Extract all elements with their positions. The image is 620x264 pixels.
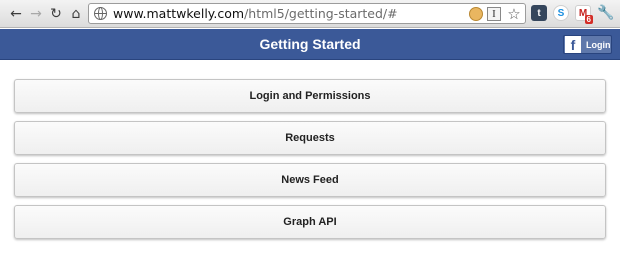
menu-item-login-permissions[interactable]: Login and Permissions xyxy=(14,79,606,113)
gmail-icon[interactable]: M 6 xyxy=(575,5,593,24)
url-path: /html5/getting-started/# xyxy=(244,6,398,21)
url-domain: www.mattwkelly.com xyxy=(113,6,245,21)
gmail-unread-badge: 6 xyxy=(584,15,593,24)
menu-item-news-feed[interactable]: News Feed xyxy=(14,163,606,197)
page-title: Getting Started xyxy=(259,36,361,52)
reader-icon[interactable]: I xyxy=(487,7,501,21)
skype-icon[interactable]: S xyxy=(553,5,569,21)
app-header: Getting Started f Login xyxy=(0,29,620,60)
facebook-login-button[interactable]: f Login xyxy=(563,35,612,54)
tumblr-icon[interactable]: t xyxy=(531,5,547,21)
menu-list: Login and Permissions Requests News Feed… xyxy=(14,79,606,247)
facebook-icon: f xyxy=(565,36,581,53)
reload-icon[interactable]: ↻ xyxy=(46,4,66,24)
cookie-icon[interactable] xyxy=(469,7,483,21)
menu-item-graph-api[interactable]: Graph API xyxy=(14,205,606,239)
bookmark-star-icon[interactable]: ☆ xyxy=(507,5,521,23)
address-bar[interactable]: www.mattwkelly.com/html5/getting-started… xyxy=(88,3,526,24)
home-icon[interactable]: ⌂ xyxy=(66,4,86,24)
wrench-icon[interactable]: 🔧 xyxy=(597,5,614,21)
login-label: Login xyxy=(586,39,611,50)
globe-icon xyxy=(94,7,107,20)
browser-toolbar: ← → ↻ ⌂ www.mattwkelly.com/html5/getting… xyxy=(0,0,620,28)
url-text[interactable]: www.mattwkelly.com/html5/getting-started… xyxy=(113,6,398,21)
back-icon[interactable]: ← xyxy=(6,4,26,24)
forward-icon[interactable]: → xyxy=(26,4,46,24)
menu-item-requests[interactable]: Requests xyxy=(14,121,606,155)
